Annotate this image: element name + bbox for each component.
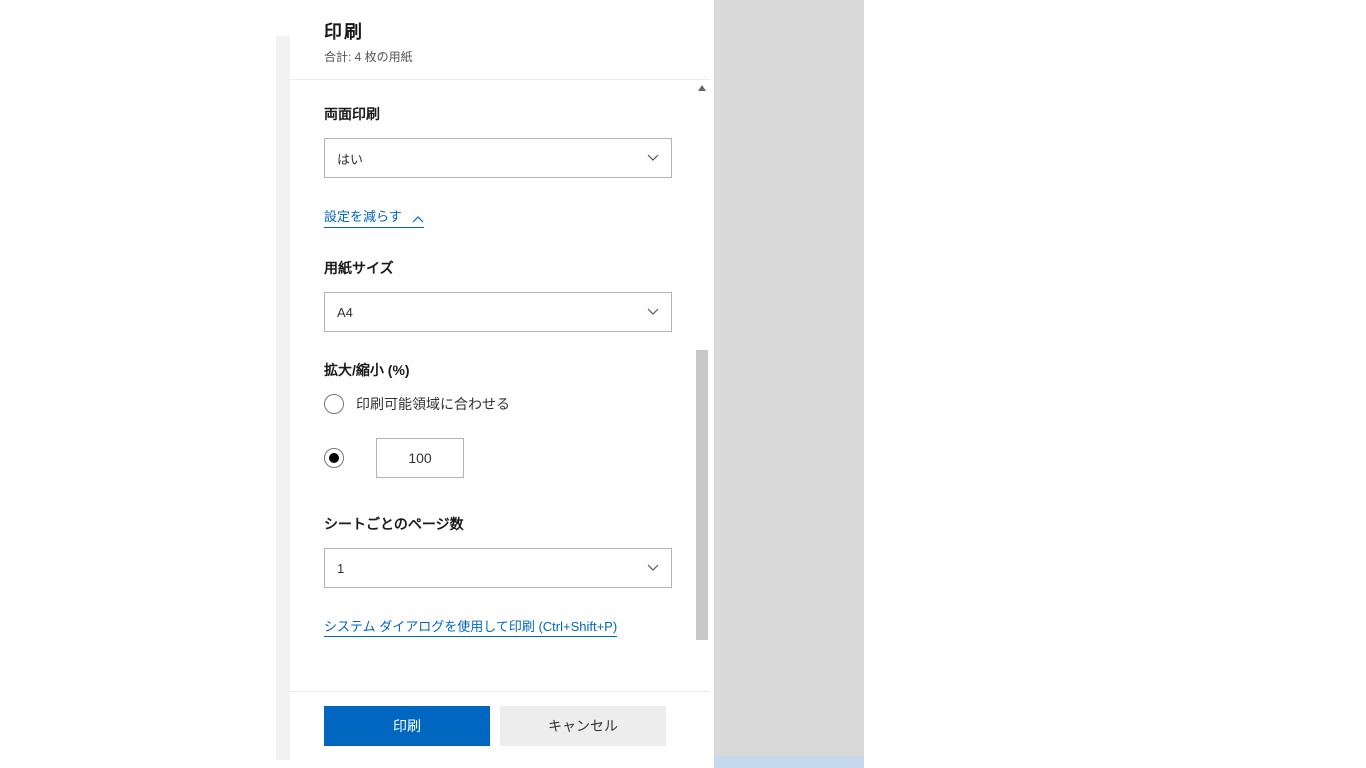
scrollbar-track[interactable]: [694, 80, 710, 691]
scrollbar-thumb[interactable]: [696, 350, 708, 640]
print-dialog: 印刷 合計: 4 枚の用紙 両面印刷 はい 設定を減らす 用紙サイズ A4 拡大…: [290, 0, 710, 760]
paper-size-label: 用紙サイズ: [324, 258, 676, 278]
scale-label: 拡大/縮小 (%): [324, 360, 676, 380]
duplex-select-value: はい: [337, 149, 363, 168]
radio-checked-icon[interactable]: [324, 448, 344, 468]
scroll-up-arrow-icon[interactable]: [696, 82, 708, 94]
pages-per-sheet-value: 1: [337, 561, 344, 576]
scale-fit-option[interactable]: 印刷可能領域に合わせる: [324, 394, 676, 414]
pages-per-sheet-label: シートごとのページ数: [324, 514, 676, 534]
dialog-body: 両面印刷 はい 設定を減らす 用紙サイズ A4 拡大/縮小 (%) 印刷可能領域…: [290, 80, 710, 691]
paper-size-select[interactable]: A4: [324, 292, 672, 332]
print-button[interactable]: 印刷: [324, 706, 490, 746]
scale-custom-option[interactable]: [324, 438, 676, 478]
chevron-down-icon: [647, 308, 659, 316]
dialog-footer: 印刷 キャンセル: [290, 691, 710, 760]
print-preview-background: [714, 0, 864, 760]
print-preview-page-edge: [714, 756, 864, 768]
cancel-button[interactable]: キャンセル: [500, 706, 666, 746]
pages-per-sheet-select[interactable]: 1: [324, 548, 672, 588]
chevron-up-icon: [412, 212, 424, 220]
radio-unchecked-icon[interactable]: [324, 394, 344, 414]
chevron-down-icon: [647, 154, 659, 162]
fewer-settings-link[interactable]: 設定を減らす: [324, 206, 424, 228]
radio-inner-dot: [329, 453, 339, 463]
scale-fit-label: 印刷可能領域に合わせる: [356, 394, 510, 414]
dialog-header: 印刷 合計: 4 枚の用紙: [290, 0, 710, 80]
duplex-select[interactable]: はい: [324, 138, 672, 178]
left-gutter: [276, 36, 290, 760]
chevron-down-icon: [647, 564, 659, 572]
dialog-title: 印刷: [324, 18, 676, 44]
dialog-subtitle: 合計: 4 枚の用紙: [324, 48, 676, 65]
duplex-label: 両面印刷: [324, 104, 676, 124]
paper-size-value: A4: [337, 305, 353, 320]
scale-percent-input[interactable]: [376, 438, 464, 478]
system-dialog-link[interactable]: システム ダイアログを使用して印刷 (Ctrl+Shift+P): [324, 616, 617, 637]
fewer-settings-label: 設定を減らす: [324, 206, 402, 225]
